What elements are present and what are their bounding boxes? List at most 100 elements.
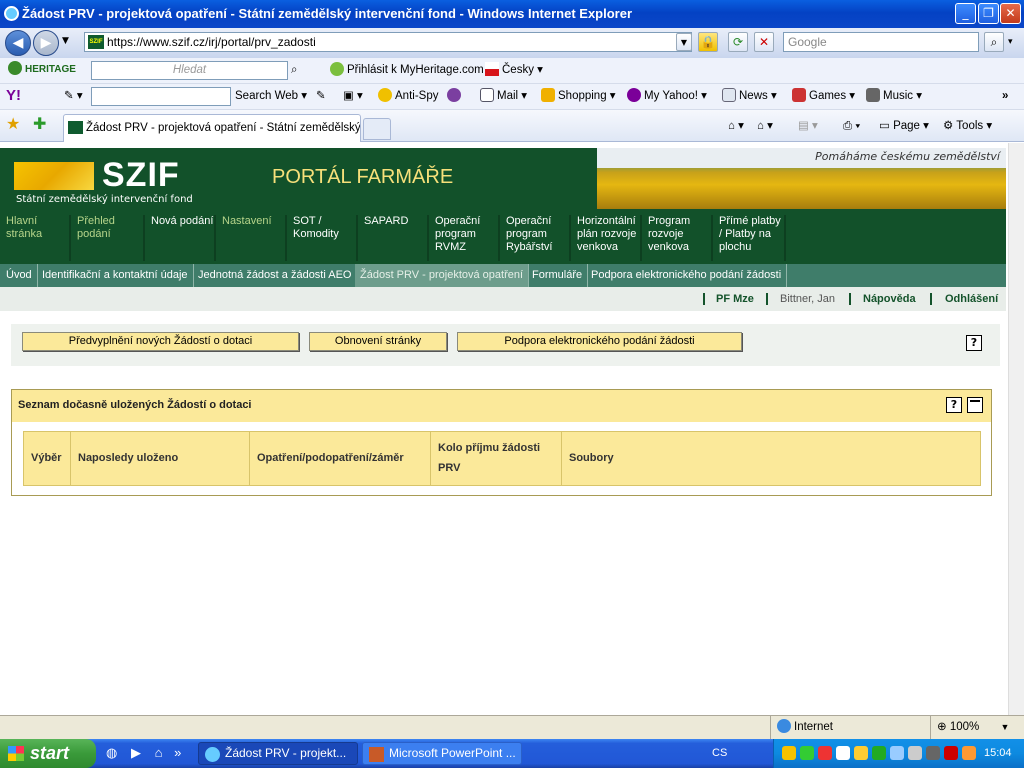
music-button[interactable]: Music ▾ [866,87,922,105]
language-indicator[interactable]: CS [712,747,727,759]
magnifier-icon[interactable]: ⌕ [291,61,297,79]
highlight-icon[interactable]: ✎ [316,87,326,105]
task-ie[interactable]: Žádost PRV - projekt... [198,742,358,765]
tray-app-icon[interactable] [908,746,922,760]
favorites-star-icon[interactable]: ★ [6,116,20,134]
zoom-control[interactable]: ⊕ 100% ▼ [930,716,1009,740]
nav-prv[interactable]: Program rozvoje venkova [642,215,713,261]
szif-logo[interactable]: SZIF Státní zemědělský intervenční fond [14,156,193,208]
headphones-icon[interactable] [447,87,464,105]
lock-icon[interactable]: 🔒 [698,32,718,52]
prefill-button[interactable]: Předvyplnění nových Žádostí o dotaci [22,332,299,351]
yahoo-logo-icon[interactable]: Y! [6,87,21,105]
window-title-bar[interactable]: Žádost PRV - projektová opatření - Státn… [0,0,1024,28]
history-dropdown-icon[interactable]: ▼ [62,36,69,46]
feeds-icon[interactable]: ⌂ ▾ [728,117,744,135]
logout-link[interactable]: Odhlášení [945,287,998,311]
restore-button[interactable]: ❐ [978,3,999,24]
pencil-icon[interactable]: ✎ ▾ [64,87,83,105]
myyahoo-button[interactable]: My Yahoo! ▾ [627,87,707,105]
nav-op-rybarstvi[interactable]: Operační program Rybářství [500,215,571,261]
subnav-zadost-prv[interactable]: Žádost PRV - projektová opatření [355,264,530,287]
heritage-search-input[interactable]: Hledat [91,61,288,80]
search-web-button[interactable]: Search Web ▾ [235,87,307,105]
start-button[interactable]: start [0,739,96,768]
nav-prime-platby[interactable]: Přímé platby / Platby na plochu [713,215,786,261]
help-icon[interactable]: ? [966,335,982,351]
tray-app-icon[interactable] [944,746,958,760]
col-opatreni[interactable]: Opatření/podopatření/záměr [250,432,431,485]
panel-help-icon[interactable]: ? [946,397,962,413]
nav-sapard[interactable]: SAPARD [358,215,429,261]
quicklaunch-home-icon[interactable]: ⌂ [155,745,163,760]
subnav-jednotna-zadost[interactable]: Jednotná žádost a žádosti AEO [193,264,358,287]
url-dropdown-icon[interactable]: ▼ [676,33,692,51]
tray-app-icon[interactable] [854,746,868,760]
zone-indicator[interactable]: Internet [770,716,833,740]
nav-hlavni-stranka[interactable]: Hlavní stránka [0,215,71,261]
task-powerpoint[interactable]: Microsoft PowerPoint ... [362,742,522,765]
close-button[interactable]: ✕ [1000,3,1021,24]
myheritage-logo[interactable]: HERITAGE [8,61,76,79]
address-input[interactable]: SZIF https://www.szif.cz/irj/portal/prv_… [84,32,692,52]
subnav-uvod[interactable]: Úvod [1,264,38,287]
nav-nova-podani[interactable]: Nová podání [145,215,216,261]
print-icon[interactable]: ⎙ ▾ [843,117,860,135]
tray-app-icon[interactable] [872,746,886,760]
quicklaunch-b-icon[interactable]: ▶ [131,745,141,760]
search-options-icon[interactable]: ▾ [1008,37,1013,47]
games-button[interactable]: Games ▾ [792,87,855,105]
col-kolo-prijmu[interactable]: Kolo příjmu žádosti PRV [431,432,562,485]
tools-menu[interactable]: ⚙ Tools ▾ [943,117,992,135]
heritage-login[interactable]: Přihlásit k MyHeritage.com [330,61,484,79]
subnav-identifikacni[interactable]: Identifikační a kontaktní údaje [37,264,194,287]
nav-nastaveni[interactable]: Nastavení [216,215,287,261]
tray-app-icon[interactable] [890,746,904,760]
tray-app-icon[interactable] [800,746,814,760]
minimize-panel-icon[interactable] [967,397,983,413]
support-button[interactable]: Podpora elektronického podání žádosti [457,332,742,351]
tray-app-icon[interactable] [962,746,976,760]
clock[interactable]: 15:04 [984,739,1012,767]
nav-hrdp[interactable]: Horizontální plán rozvoje venkova [571,215,642,261]
subnav-formulare[interactable]: Formuláře [527,264,589,287]
language-menu[interactable]: Česky ▾ [485,61,543,79]
nav-op-rvmz[interactable]: Operační program RVMZ [429,215,500,261]
help-link[interactable]: Nápověda [863,287,916,311]
new-tab-button[interactable] [363,118,391,140]
back-button[interactable]: ◀ [5,30,31,56]
rss-icon[interactable]: ▤ ▾ [798,117,818,135]
quicklaunch-more-icon[interactable]: » [174,745,181,760]
tray-app-icon[interactable] [818,746,832,760]
toolbar-overflow-icon[interactable]: » [1002,87,1008,105]
nav-sot-komodity[interactable]: SOT / Komodity [287,215,358,261]
subnav-podpora[interactable]: Podpora elektronického podání žádosti [586,264,788,287]
popup-blocker-icon[interactable]: ▣ ▾ [343,87,363,105]
tab-szif[interactable]: Žádost PRV - projektová opatření - Státn… [63,114,361,142]
minimize-button[interactable]: _ [955,3,976,24]
forward-button[interactable]: ▶ [33,30,59,56]
tray-app-icon[interactable] [782,746,796,760]
web-search-input[interactable]: Google [783,32,979,52]
refresh-icon[interactable]: ⟳ [728,32,748,52]
yahoo-search-input[interactable] [91,87,231,106]
news-button[interactable]: News ▾ [722,87,777,105]
search-icon[interactable]: ⌕ [984,32,1004,52]
antispy-button[interactable]: Anti-Spy [378,87,438,105]
add-favorite-icon[interactable]: ✚ [33,116,46,134]
shopping-button[interactable]: Shopping ▾ [541,87,616,105]
tray-app-icon[interactable] [836,746,850,760]
page-menu[interactable]: ▭ Page ▾ [879,117,929,135]
pf-mze-link[interactable]: PF Mze [716,287,754,311]
home-icon[interactable]: ⌂ ▾ [757,117,773,135]
col-vyber[interactable]: Výběr [24,432,71,485]
vertical-scrollbar[interactable] [1008,143,1024,715]
col-naposledy-ulozeno[interactable]: Naposledy uloženo [71,432,250,485]
nav-prehled-podani[interactable]: Přehled podání [71,215,145,261]
col-soubory[interactable]: Soubory [562,432,980,485]
stop-icon[interactable]: ✕ [754,32,774,52]
refresh-page-button[interactable]: Obnovení stránky [309,332,447,351]
mail-button[interactable]: Mail ▾ [480,87,527,105]
quicklaunch-app-icon[interactable]: ◍ [106,745,117,760]
tray-app-icon[interactable] [926,746,940,760]
